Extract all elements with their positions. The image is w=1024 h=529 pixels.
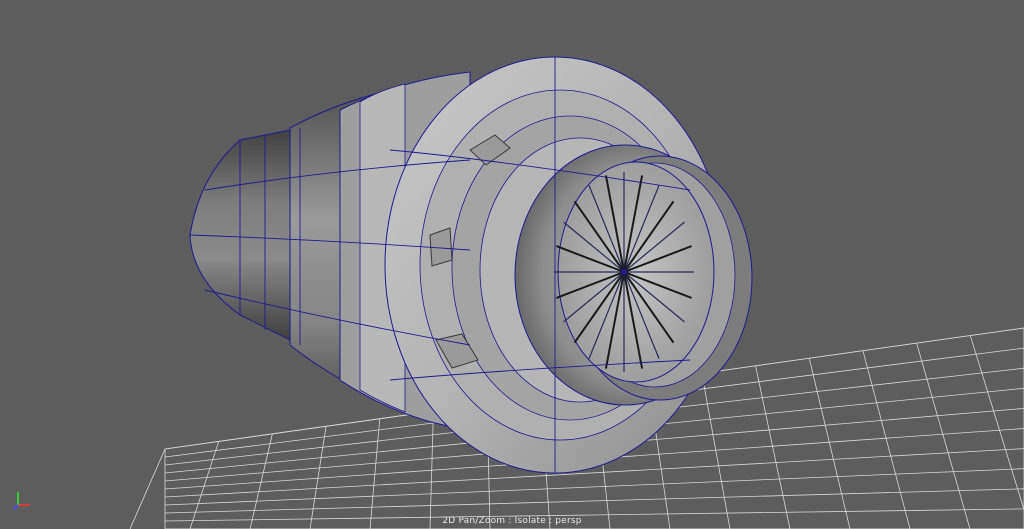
fan-blades (554, 172, 694, 372)
grid-line (862, 350, 911, 529)
z-axis-indicator (13, 504, 19, 510)
grid-line (916, 343, 971, 529)
viewport-scene (129, 56, 1024, 529)
grid-line (969, 335, 1024, 511)
perspective-viewport[interactable]: 2D Pan/Zoom : Isolate : persp (0, 0, 1024, 529)
axis-gizmo-icon (12, 489, 36, 515)
viewport-status-text: 2D Pan/Zoom : Isolate : persp (442, 516, 582, 526)
grid-line (808, 358, 851, 529)
grid-line (164, 488, 1024, 514)
fan-hub (621, 269, 627, 275)
engine-model[interactable] (189, 56, 753, 474)
engine-tail-section (189, 127, 301, 346)
